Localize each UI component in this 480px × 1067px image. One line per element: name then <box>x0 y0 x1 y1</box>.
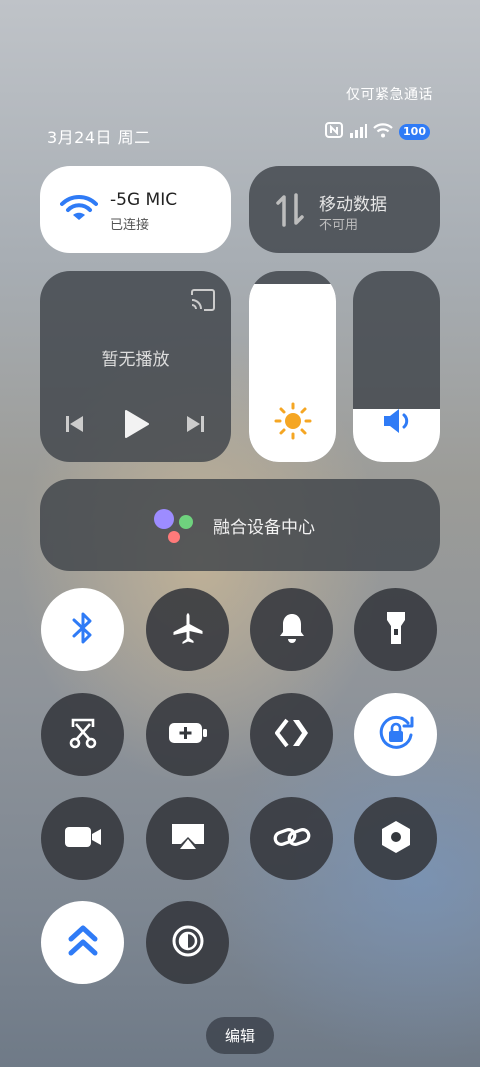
double-chevron-up-icon <box>68 925 98 961</box>
screenshot-toggle[interactable] <box>41 693 124 776</box>
nfc-icon <box>325 122 344 142</box>
battery-plus-icon <box>168 721 208 749</box>
battery-indicator: 100 <box>399 124 430 140</box>
settings-hex-toggle[interactable] <box>354 797 437 880</box>
brightness-slider[interactable] <box>249 271 336 462</box>
bluetooth-toggle[interactable] <box>41 588 124 671</box>
device-hub-label: 融合设备中心 <box>213 518 315 538</box>
date-text: 3月24日 周二 <box>47 128 151 147</box>
nearby-share-icon <box>274 718 309 752</box>
link-icon <box>273 824 311 854</box>
system-status-icons: 100 <box>325 122 430 142</box>
sun-icon <box>274 402 312 444</box>
dark-mode-toggle[interactable] <box>146 901 229 984</box>
device-hub-dots-icon <box>151 508 195 550</box>
wifi-connection-status: 已连接 <box>110 218 150 233</box>
battery-saver-toggle[interactable] <box>146 693 229 776</box>
bell-icon <box>277 611 307 649</box>
no-playback-text: 暂无播放 <box>101 350 170 370</box>
performance-mode-toggle[interactable] <box>41 901 124 984</box>
mobile-data-status: 不可用 <box>319 218 359 233</box>
wifi-icon <box>60 194 98 226</box>
cast-icon[interactable] <box>190 289 216 315</box>
hexagon-gear-icon <box>380 820 412 858</box>
volume-slider[interactable] <box>353 271 440 462</box>
screen-record-toggle[interactable] <box>41 797 124 880</box>
flashlight-icon <box>384 610 408 650</box>
airplane-icon <box>171 611 205 649</box>
airplane-mode-toggle[interactable] <box>146 588 229 671</box>
wifi-tile[interactable]: -5G MIC 已连接 <box>40 166 231 253</box>
mobile-data-title: 移动数据 <box>319 195 387 215</box>
link-toggle[interactable] <box>250 797 333 880</box>
speaker-icon <box>382 407 414 439</box>
previous-track-icon[interactable] <box>65 414 85 438</box>
edit-button[interactable]: 编辑 <box>206 1017 274 1054</box>
next-track-icon[interactable] <box>185 414 205 438</box>
media-player-tile[interactable]: 暂无播放 <box>40 271 231 462</box>
contrast-icon <box>171 924 205 962</box>
ringer-toggle[interactable] <box>250 588 333 671</box>
scissors-screenshot-icon <box>66 716 100 754</box>
device-hub-tile[interactable]: 融合设备中心 <box>40 479 440 571</box>
screen-cast-icon <box>170 821 206 857</box>
wifi-ssid: -5G MIC <box>110 190 178 210</box>
screen-cast-toggle[interactable] <box>146 797 229 880</box>
flashlight-toggle[interactable] <box>354 588 437 671</box>
bluetooth-icon <box>70 611 96 649</box>
signal-icon <box>349 123 368 142</box>
mobile-data-tile[interactable]: 移动数据 不可用 <box>249 166 440 253</box>
mobile-data-arrows-icon <box>275 193 305 231</box>
video-camera-icon <box>64 825 102 853</box>
nearby-share-toggle[interactable] <box>250 693 333 776</box>
play-icon[interactable] <box>124 409 150 443</box>
rotation-lock-icon <box>376 713 416 757</box>
emergency-calls-only-text: 仅可紧急通话 <box>346 87 433 103</box>
wifi-status-icon <box>373 122 393 142</box>
rotation-lock-toggle[interactable] <box>354 693 437 776</box>
